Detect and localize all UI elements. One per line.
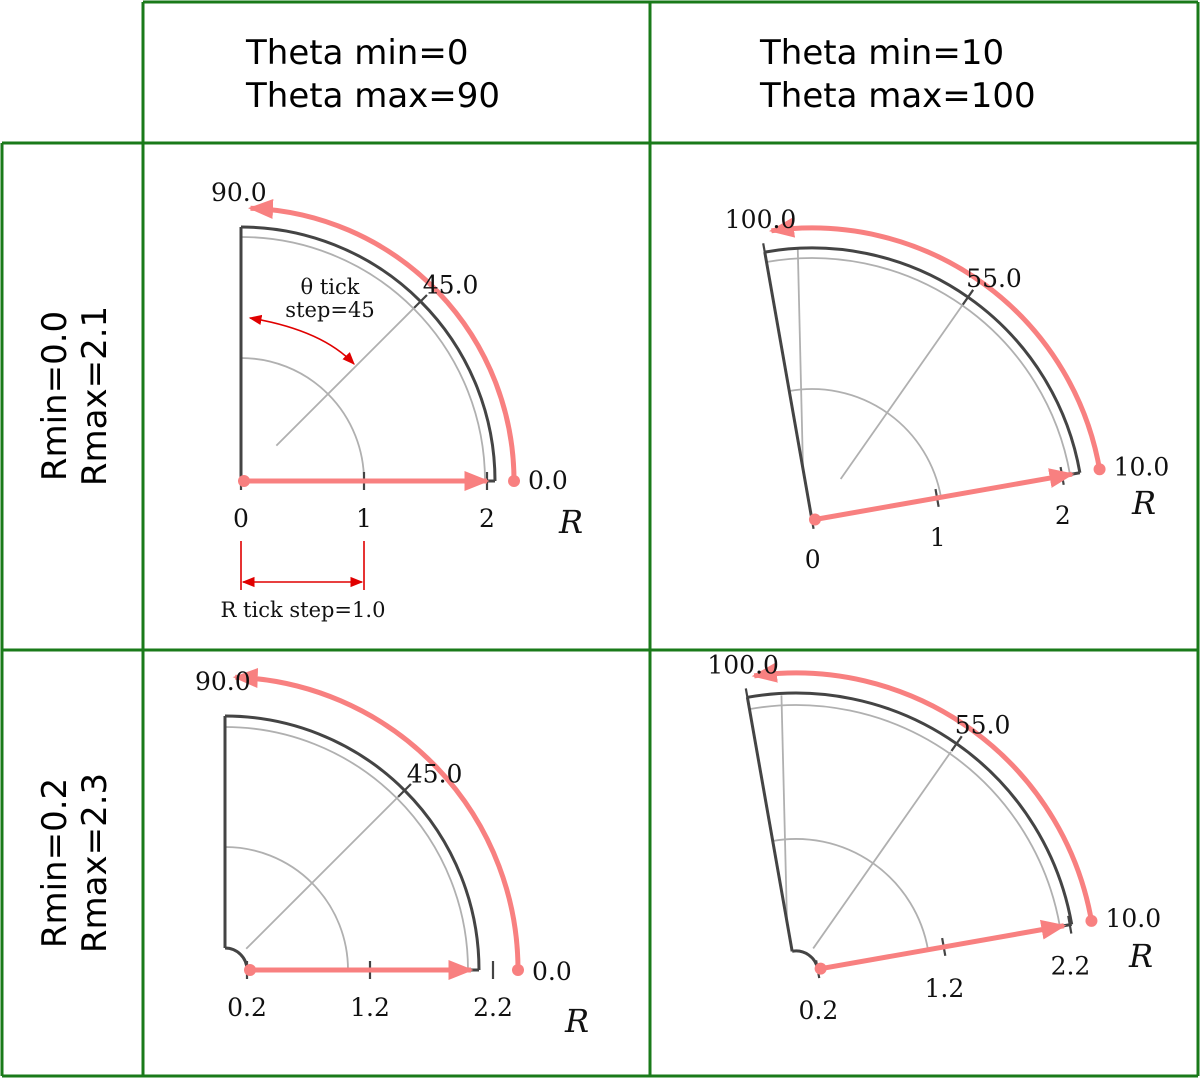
r-arrow-start-dot [244, 964, 256, 976]
theta-label-mid: 55.0 [966, 264, 1022, 293]
theta-gridline [812, 751, 952, 949]
theta-label-max: 90.0 [195, 667, 251, 696]
theta-direction-arrow [768, 217, 1103, 473]
r-axis-name: R [564, 1002, 589, 1040]
r-tick-label: 1.2 [925, 974, 965, 1003]
theta-gridline [245, 789, 406, 950]
theta-gridline-100 [780, 695, 788, 919]
theta-label-min: 10.0 [1114, 452, 1170, 481]
polar-panel-rmin0.2-theta10-100: 0.2 1.2 2.2 100.0 55.0 10.0 R [707, 650, 1161, 1025]
table-grid [0, 0, 1200, 1078]
r-axis-name: R [558, 503, 583, 541]
theta-step-label-line2: step=45 [285, 298, 374, 322]
r-arrow-start-dot [808, 513, 821, 526]
theta-arrow-start-dot [1085, 914, 1098, 927]
theta-direction-arrow [248, 199, 517, 484]
theta-label-mid: 55.0 [955, 711, 1011, 740]
theta-label-max: 100.0 [707, 650, 779, 679]
r-tick-label: 0.2 [798, 996, 838, 1025]
r-direction-arrow [814, 468, 1075, 522]
r-tick-label: 0 [805, 545, 821, 574]
theta-gridline-100 [796, 248, 804, 466]
r-tick-label: 2.2 [1051, 952, 1091, 981]
theta-step-arrow [248, 314, 355, 365]
theta-gridline [839, 303, 965, 480]
row-header-2-line2: Rmax=2.3 [75, 773, 115, 953]
theta-max-edge [763, 251, 814, 521]
theta-direction-arrow [751, 662, 1095, 924]
polar-axes-diagram: Theta min=0 Theta max=90 Theta min=10 Th… [0, 0, 1200, 1078]
row-header-2-line1: Rmin=0.2 [35, 778, 75, 948]
polar-panel-rmin0.2-theta0-90: 0.2 1.2 2.2 90.0 45.0 0.0 R [195, 667, 589, 1040]
row-header-2: Rmin=0.2 Rmax=2.3 [35, 773, 115, 953]
theta-arrow-start-dot [512, 964, 524, 976]
column-header-1-line2: Theta max=90 [245, 76, 500, 116]
theta-label-max: 100.0 [725, 205, 797, 234]
r-tick-label: 2 [1055, 501, 1071, 530]
polar-panel-rmin0-theta10-100: 0 1 2 100.0 55.0 10.0 R [725, 205, 1169, 574]
r-step-label: R tick step=1.0 [221, 598, 386, 622]
inner-boundary-arc [224, 946, 249, 971]
r-tick-label: 1 [930, 523, 946, 552]
theta-label-min: 0.0 [532, 957, 572, 986]
r-axis-name: R [1128, 937, 1153, 975]
r-arrow-start-dot [238, 475, 250, 487]
r-tick-label: 2 [479, 504, 495, 533]
theta-label-mid: 45.0 [423, 270, 479, 299]
column-header-2-line2: Theta max=100 [759, 76, 1036, 116]
theta-tick [762, 243, 768, 262]
column-header-2: Theta min=10 Theta max=100 [759, 33, 1036, 116]
column-header-1: Theta min=0 Theta max=90 [245, 33, 500, 116]
column-header-1-line1: Theta min=0 [245, 33, 468, 73]
row-header-1-line2: Rmax=2.1 [75, 306, 115, 486]
r-axis-name: R [1131, 484, 1156, 522]
theta-label-mid: 45.0 [407, 759, 463, 788]
theta-arrow-start-dot [508, 475, 520, 487]
row-header-1-line1: Rmin=0.0 [35, 311, 75, 481]
tick-step-annotations: θ tick step=45 R tick step=1.0 [221, 275, 386, 622]
r-tick-label: 1 [356, 504, 372, 533]
theta-tick [744, 688, 751, 707]
r-arrow-start-dot [814, 962, 827, 975]
outer-boundary-arc [747, 691, 1074, 925]
polar-panel-rmin0-theta0-90: 0 1 2 90.0 45.0 0.0 R [211, 178, 583, 541]
inner-boundary-arc [791, 949, 820, 970]
r-tick-label: 1.2 [350, 993, 390, 1022]
r-tick-label: 0.2 [227, 993, 267, 1022]
r-tick-label: 2.2 [473, 993, 513, 1022]
theta-label-max: 90.0 [211, 178, 267, 207]
r-tick-label: 0 [233, 504, 249, 533]
theta-step-label-line1: θ tick [301, 275, 360, 299]
theta-arrow-start-dot [1093, 463, 1106, 476]
r-direction-arrow [820, 919, 1067, 972]
theta-label-min: 10.0 [1105, 904, 1161, 933]
column-header-2-line1: Theta min=10 [759, 33, 1004, 73]
theta-gridline [275, 306, 416, 447]
theta-label-min: 0.0 [528, 466, 568, 495]
row-header-1: Rmin=0.0 Rmax=2.1 [35, 306, 115, 486]
